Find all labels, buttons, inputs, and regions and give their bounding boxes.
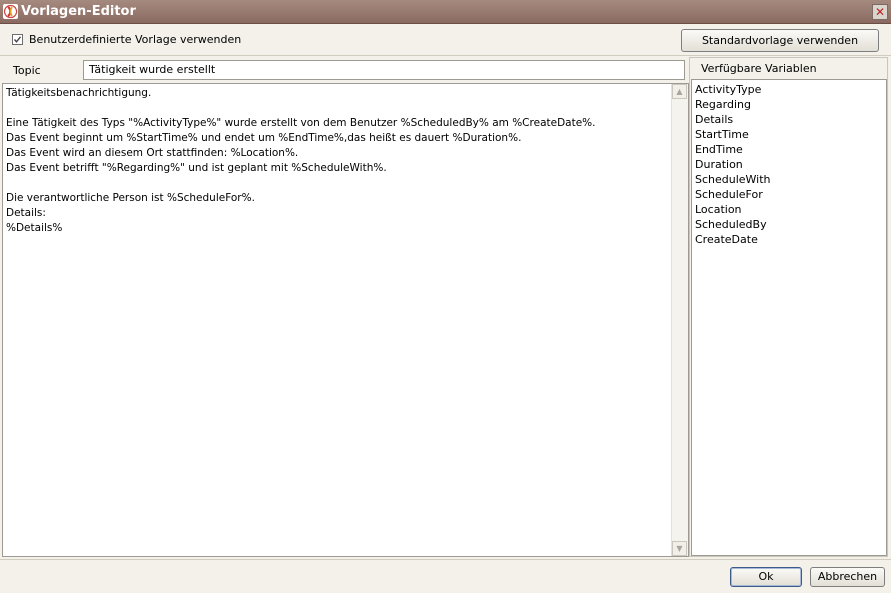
variable-item[interactable]: ActivityType <box>695 82 886 97</box>
cancel-button[interactable]: Abbrechen <box>810 567 885 587</box>
variable-item[interactable]: Details <box>695 112 886 127</box>
variable-item[interactable]: ScheduleWith <box>695 172 886 187</box>
scroll-up-icon[interactable]: ▲ <box>672 84 687 99</box>
template-editor-window: Vorlagen-Editor ✕ Benutzerdefinierte Vor… <box>0 0 891 593</box>
topic-label: Topic <box>13 64 41 77</box>
window-title: Vorlagen-Editor <box>21 4 136 19</box>
variables-header: Verfügbare Variablen <box>701 62 817 75</box>
variable-item[interactable]: Location <box>695 202 886 217</box>
variable-item[interactable]: CreateDate <box>695 232 886 247</box>
variables-list[interactable]: ActivityType Regarding Details StartTime… <box>691 79 887 556</box>
vertical-scrollbar[interactable]: ▲ ▼ <box>671 84 688 556</box>
title-bar[interactable]: Vorlagen-Editor ✕ <box>0 0 891 24</box>
app-logo-icon <box>3 4 18 19</box>
variable-item[interactable]: ScheduleFor <box>695 187 886 202</box>
custom-template-label[interactable]: Benutzerdefinierte Vorlage verwenden <box>29 33 241 46</box>
use-standard-template-button[interactable]: Standardvorlage verwenden <box>681 29 879 52</box>
template-body-text[interactable]: Tätigkeitsbenachrichtigung. Eine Tätigke… <box>6 86 671 236</box>
variable-item[interactable]: Regarding <box>695 97 886 112</box>
variable-item[interactable]: ScheduledBy <box>695 217 886 232</box>
variable-item[interactable]: EndTime <box>695 142 886 157</box>
footer-divider <box>0 559 891 560</box>
variable-item[interactable]: Duration <box>695 157 886 172</box>
scroll-down-icon[interactable]: ▼ <box>672 541 687 556</box>
close-icon[interactable]: ✕ <box>872 4 888 20</box>
ok-button[interactable]: Ok <box>730 567 802 587</box>
template-body-editor[interactable]: Tätigkeitsbenachrichtigung. Eine Tätigke… <box>2 83 689 557</box>
options-row: Benutzerdefinierte Vorlage verwenden Sta… <box>0 27 891 55</box>
topic-input[interactable]: Tätigkeit wurde erstellt <box>83 60 685 80</box>
custom-template-checkbox[interactable] <box>12 34 23 45</box>
divider <box>0 55 891 56</box>
variable-item[interactable]: StartTime <box>695 127 886 142</box>
